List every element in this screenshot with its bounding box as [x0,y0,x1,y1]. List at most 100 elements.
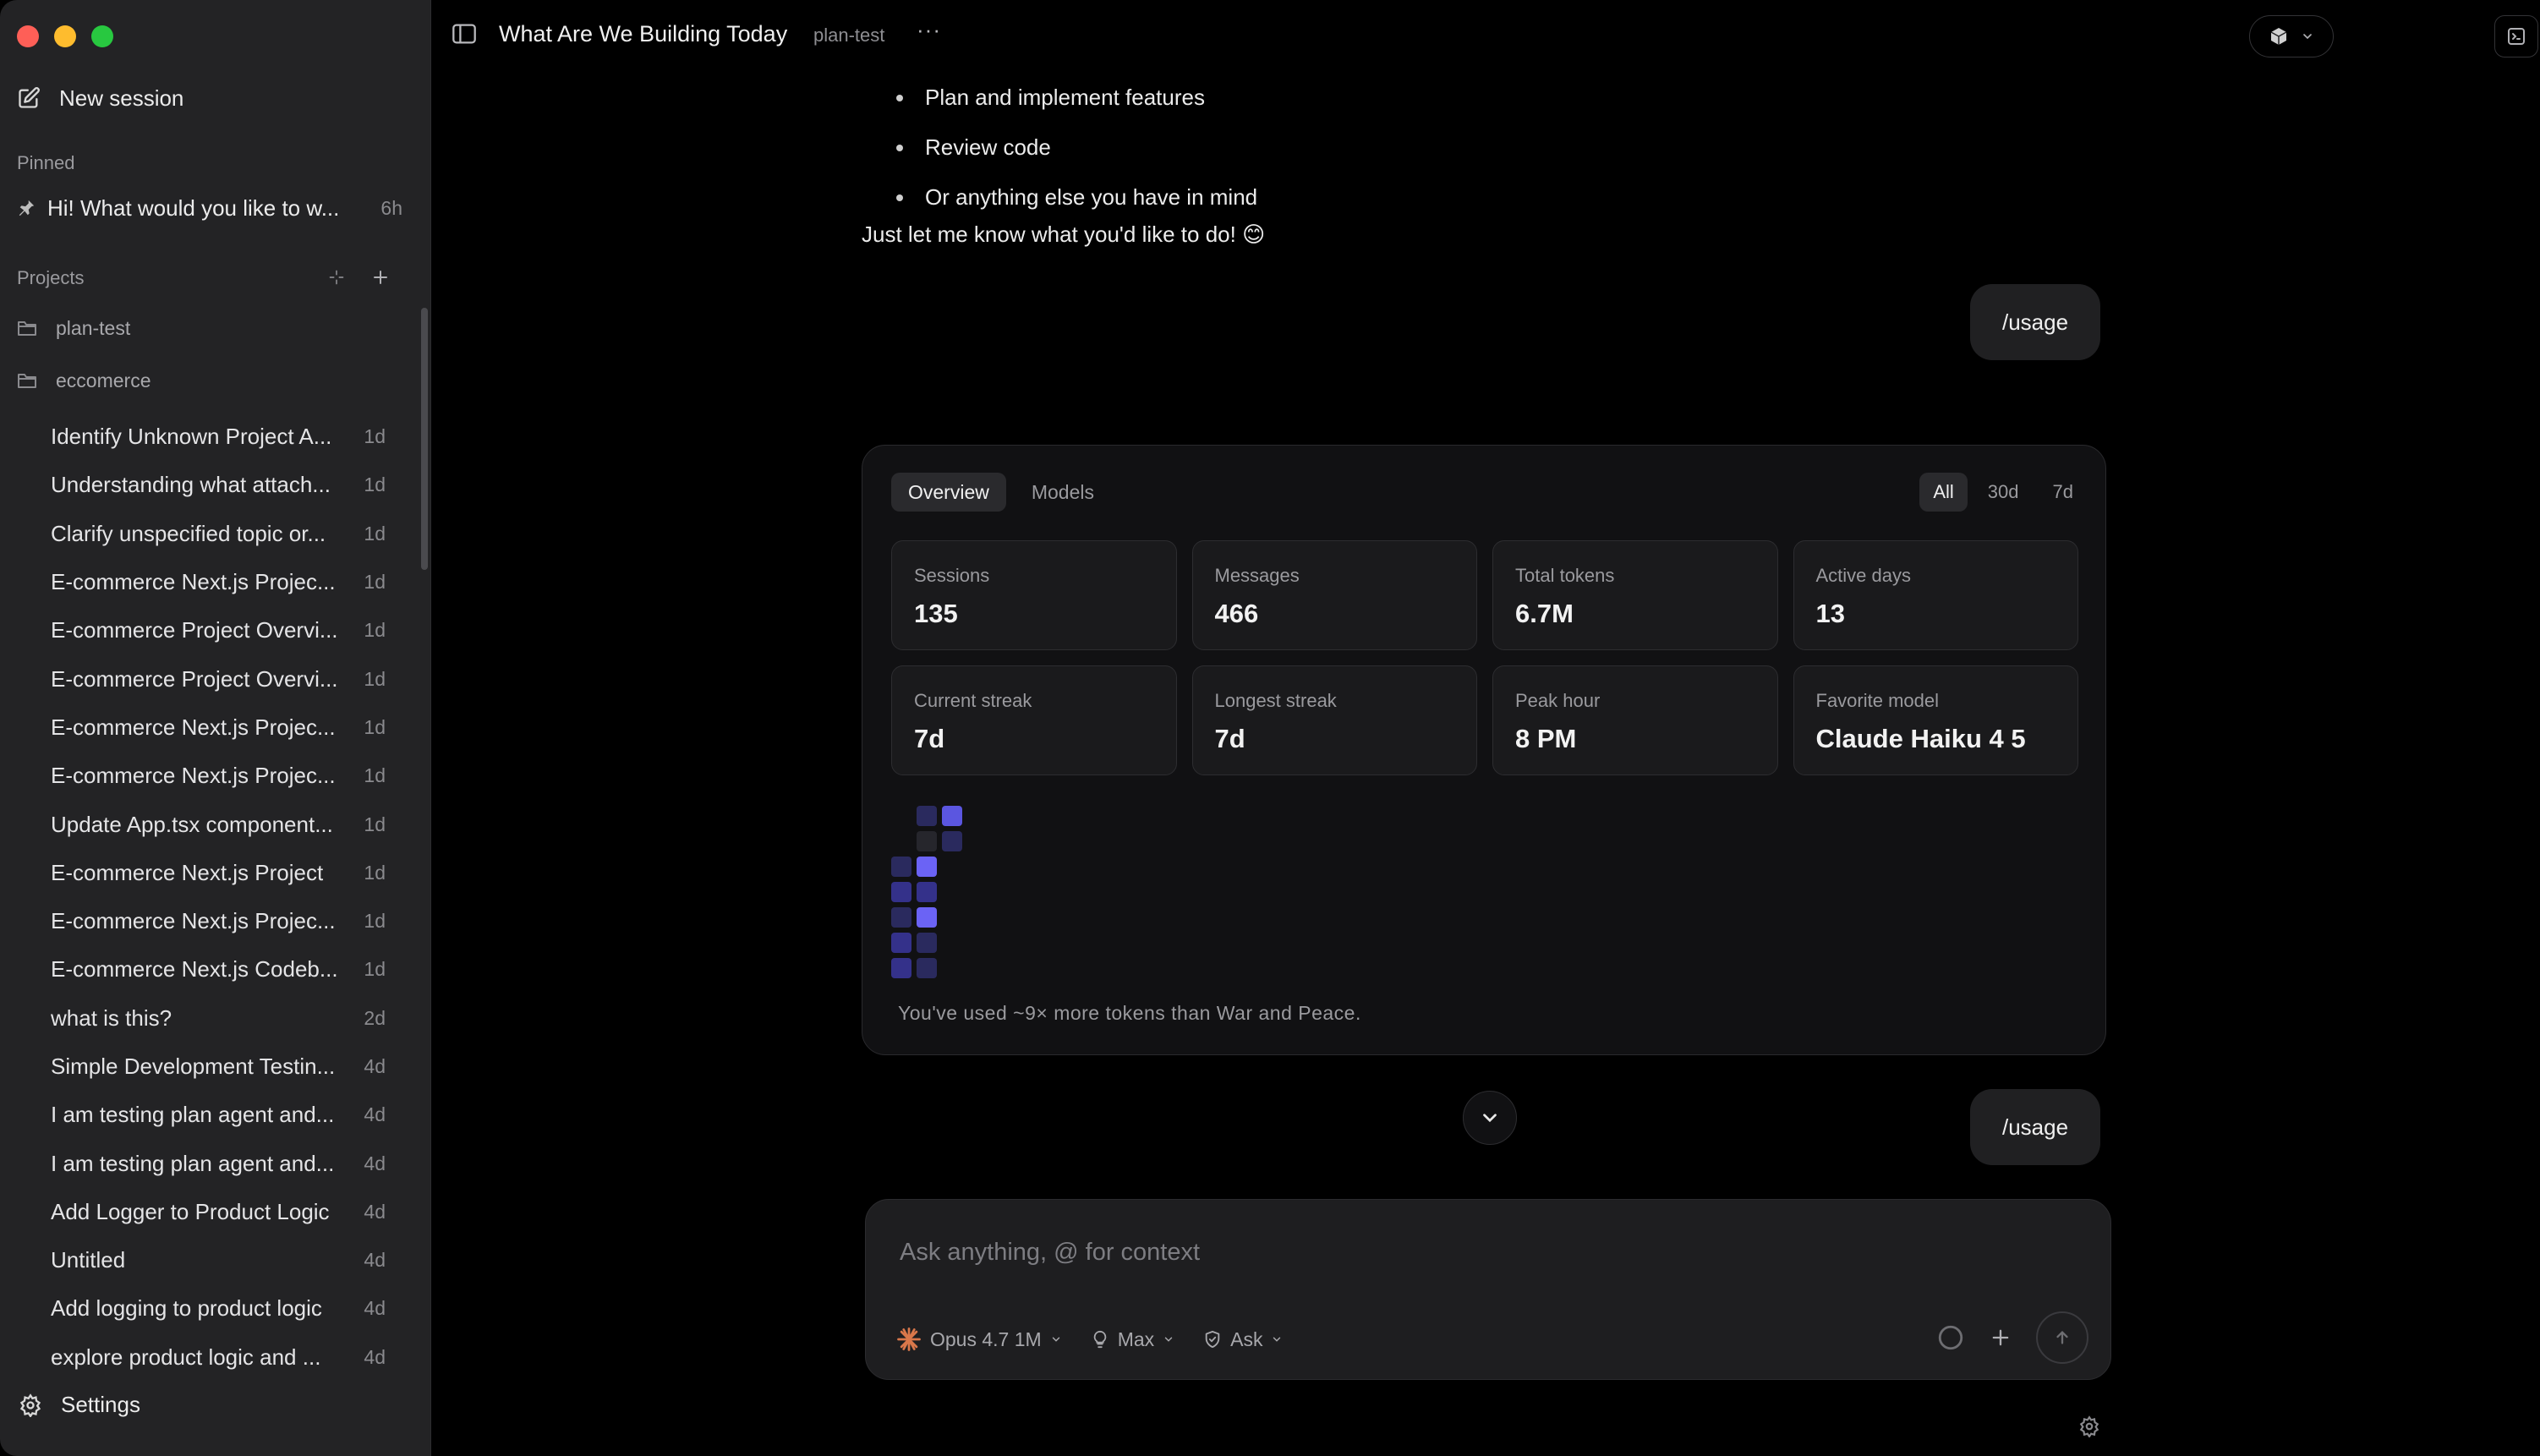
session-age: 1d [364,667,386,690]
project-folder-plan-test[interactable]: plan-test [17,311,130,345]
folder-icon [17,371,37,390]
folder-icon [17,319,37,337]
pinned-session-item[interactable]: Hi! What would you like to w... 6h [17,193,402,223]
heatmap-cell [917,806,937,826]
session-list-item[interactable]: E-commerce Next.js Projec... 1d [0,897,414,945]
heatmap-cell [942,806,962,826]
session-title: what is this? [51,1004,172,1031]
session-title: E-commerce Next.js Project [51,859,324,885]
stat-label: Longest streak [1214,690,1337,711]
stat-label: Messages [1214,565,1300,586]
model-selector[interactable]: Opus 4.7 1M [896,1327,1062,1352]
tab-models[interactable]: Models [1015,473,1111,512]
terminal-button[interactable] [2494,15,2538,57]
stat-value: 466 [1214,599,1259,628]
session-title: Add Logger to Product Logic [51,1198,330,1224]
session-age: 1d [364,473,386,496]
heatmap-cell [917,831,937,851]
session-list-item[interactable]: E-commerce Next.js Projec... 1d [0,752,414,800]
more-options-button[interactable]: ··· [917,17,941,43]
session-title: I am testing plan agent and... [51,1102,335,1128]
session-list-item[interactable]: Clarify unspecified topic or... 1d [0,510,414,558]
session-list-item[interactable]: Update App.tsx component... 1d [0,800,414,848]
settings-button[interactable]: Settings [19,1392,140,1418]
pinned-session-age: 6h [380,196,402,219]
range-30d[interactable]: 30d [1974,473,2033,512]
minimize-window-button[interactable] [54,25,76,47]
heatmap-cell [917,857,937,877]
composer-controls: Opus 4.7 1M Max Ask [896,1327,1283,1352]
stat-active-days: Active days 13 [1793,540,2078,650]
session-list-item[interactable]: I am testing plan agent and... 4d [0,1091,414,1139]
heatmap-cell [917,958,937,978]
session-list-item[interactable]: explore product logic and ... 4d [0,1333,414,1382]
session-age: 1d [364,861,386,884]
lightbulb-icon [1091,1329,1109,1349]
session-list-item[interactable]: E-commerce Next.js Codeb... 1d [0,945,414,993]
heatmap-cell [891,958,911,978]
model-provider-selector[interactable] [2249,15,2334,57]
heatmap-cell [891,857,911,877]
zoom-window-button[interactable] [91,25,113,47]
pin-icon [17,199,36,217]
stat-label: Active days [1815,565,1912,586]
session-age: 4d [364,1200,386,1223]
sidebar-toggle-icon[interactable] [452,22,477,46]
range-all[interactable]: All [1919,473,1968,512]
arrow-up-icon [2053,1328,2072,1347]
stat-label: Favorite model [1815,690,1940,711]
session-title: E-commerce Next.js Codeb... [51,956,338,983]
burst-icon [896,1327,922,1352]
stat-label: Total tokens [1515,565,1615,586]
range-selector: All 30d 7d [1919,473,2087,512]
session-list-item[interactable]: E-commerce Next.js Projec... 1d [0,703,414,752]
session-list-item[interactable]: Identify Unknown Project A... 1d [0,413,414,461]
session-list-item[interactable]: Understanding what attach... 1d [0,461,414,509]
sparkle-icon[interactable] [328,269,345,286]
effort-selector[interactable]: Max [1091,1328,1174,1351]
tab-overview[interactable]: Overview [891,473,1006,512]
session-age: 1d [364,910,386,933]
list-item: Review code [896,123,1257,172]
effort-label: Max [1117,1327,1155,1350]
gear-icon[interactable] [2078,1415,2100,1437]
session-list-item[interactable]: what is this? 2d [0,994,414,1043]
session-title: E-commerce Next.js Projec... [51,908,336,934]
range-7d[interactable]: 7d [2039,473,2087,512]
sidebar-scrollbar[interactable] [421,308,428,570]
session-list-item[interactable]: E-commerce Next.js Projec... 1d [0,558,414,606]
app-window: New session Pinned Hi! What would you li… [0,0,2540,1456]
session-list-item[interactable]: E-commerce Next.js Project 1d [0,849,414,897]
session-list-item[interactable]: Add Logger to Product Logic 4d [0,1188,414,1236]
heatmap-cell [917,882,937,902]
session-list-item[interactable]: E-commerce Project Overvi... 1d [0,654,414,703]
scroll-to-bottom-button[interactable] [1463,1091,1517,1145]
session-age: 4d [364,1152,386,1174]
session-age: 1d [364,522,386,545]
session-list-item[interactable]: Untitled 4d [0,1236,414,1284]
session-age: 4d [364,1055,386,1077]
send-button[interactable] [2036,1311,2088,1364]
project-folder-eccomerce[interactable]: eccomerce [17,364,151,397]
stat-current-streak: Current streak 7d [891,665,1177,775]
terminal-icon [2506,26,2526,47]
add-attachment-icon[interactable] [1989,1326,2012,1349]
session-age: 2d [364,1006,386,1029]
add-project-icon[interactable] [370,267,391,287]
context-ring-icon[interactable] [1936,1323,1965,1352]
composer: Opus 4.7 1M Max [865,1199,2111,1380]
compose-icon [17,86,41,110]
session-list-item[interactable]: Add logging to product logic 4d [0,1284,414,1333]
new-session-button[interactable]: New session [17,81,183,115]
session-age: 1d [364,571,386,594]
session-list-item[interactable]: Simple Development Testin... 4d [0,1043,414,1091]
close-window-button[interactable] [17,25,39,47]
mode-selector[interactable]: Ask [1203,1328,1283,1351]
session-list-item[interactable]: I am testing plan agent and... 4d [0,1139,414,1187]
prompt-input[interactable] [900,1232,2066,1273]
stat-value: 8 PM [1515,724,1577,753]
stat-messages: Messages 466 [1191,540,1477,650]
session-title: Add logging to product logic [51,1295,322,1322]
session-age: 1d [364,813,386,835]
session-list-item[interactable]: E-commerce Project Overvi... 1d [0,606,414,654]
